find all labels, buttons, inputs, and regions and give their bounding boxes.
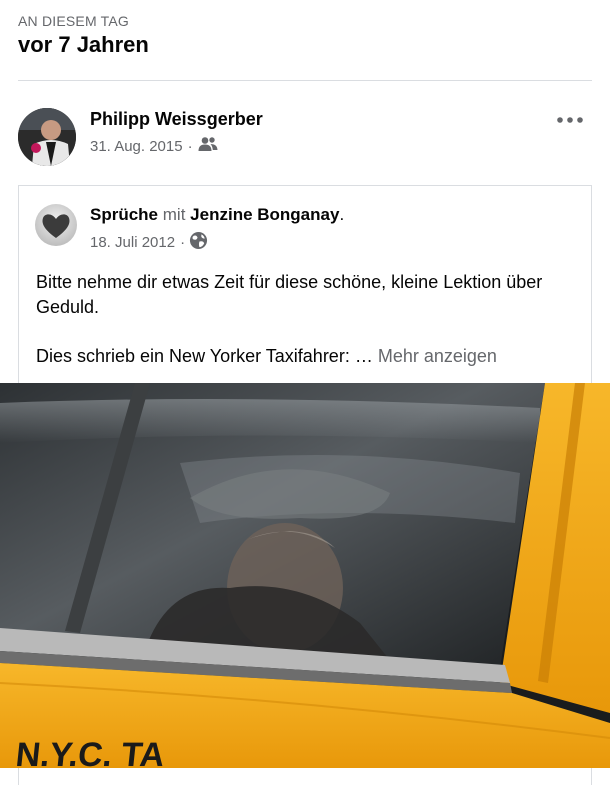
see-more-link[interactable]: Mehr anzeigen — [378, 346, 497, 366]
post-text-teaser: Dies schrieb ein New Yorker Taxifahrer: … — [36, 346, 373, 366]
shared-post-meta: 18. Juli 2012 · — [90, 231, 208, 254]
shared-meta-separator: · — [180, 234, 186, 251]
page-avatar[interactable] — [35, 204, 77, 246]
heart-icon — [35, 204, 77, 246]
post-body-text: Bitte nehme dir etwas Zeit für diese sch… — [36, 270, 581, 369]
globe-icon[interactable] — [189, 231, 208, 254]
taxi-photo-image: N.Y.C. TA — [0, 383, 610, 768]
author-avatar[interactable] — [18, 108, 76, 166]
tagged-person-name[interactable]: Jenzine Bonganay — [190, 205, 339, 224]
author-avatar-image — [18, 108, 76, 166]
more-options-icon[interactable] — [554, 110, 586, 130]
memories-years-ago-title: vor 7 Jahren — [18, 32, 149, 57]
post-text-paragraph-1: Bitte nehme dir etwas Zeit für diese sch… — [36, 272, 543, 317]
post-meta: 31. Aug. 2015 · — [90, 136, 218, 156]
header-divider — [18, 80, 592, 81]
header-period: . — [339, 205, 345, 224]
with-connector: mit — [162, 205, 186, 224]
post-date[interactable]: 31. Aug. 2015 — [90, 138, 183, 155]
post-text-paragraph-2: Dies schrieb ein New Yorker Taxifahrer: … — [36, 344, 581, 369]
shared-post-date[interactable]: 18. Juli 2012 — [90, 234, 175, 251]
shared-post-header: Sprüche mit Jenzine Bonganay. — [90, 205, 344, 225]
friends-icon[interactable] — [198, 136, 218, 156]
meta-separator: · — [187, 137, 193, 155]
memories-section-label: AN DIESEM TAG — [18, 13, 129, 29]
taxi-lettering: N.Y.C. TA — [14, 736, 167, 768]
author-name[interactable]: Philipp Weissgerber — [90, 109, 263, 130]
post-photo[interactable]: N.Y.C. TA — [0, 383, 610, 768]
page-name[interactable]: Sprüche — [90, 205, 158, 224]
